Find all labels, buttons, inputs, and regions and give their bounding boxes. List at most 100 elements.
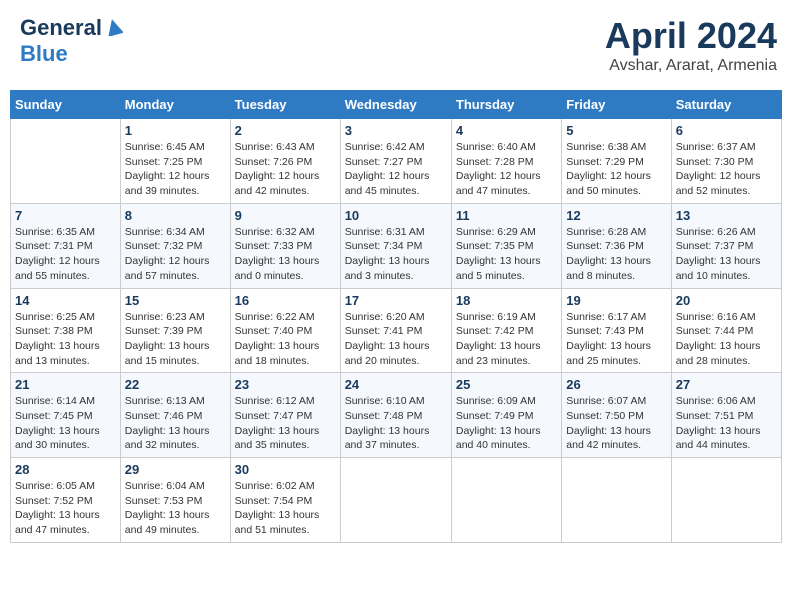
- day-info: Sunrise: 6:45 AMSunset: 7:25 PMDaylight:…: [125, 140, 226, 199]
- table-row: 12 Sunrise: 6:28 AMSunset: 7:36 PMDaylig…: [562, 203, 671, 288]
- table-row: 1 Sunrise: 6:45 AMSunset: 7:25 PMDayligh…: [120, 119, 230, 204]
- col-saturday: Saturday: [671, 91, 781, 119]
- day-number: 6: [676, 123, 777, 138]
- table-row: 2 Sunrise: 6:43 AMSunset: 7:26 PMDayligh…: [230, 119, 340, 204]
- day-info: Sunrise: 6:07 AMSunset: 7:50 PMDaylight:…: [566, 394, 666, 453]
- table-row: 7 Sunrise: 6:35 AMSunset: 7:31 PMDayligh…: [11, 203, 121, 288]
- calendar-header-row: Sunday Monday Tuesday Wednesday Thursday…: [11, 91, 782, 119]
- calendar-week-row: 7 Sunrise: 6:35 AMSunset: 7:31 PMDayligh…: [11, 203, 782, 288]
- day-number: 4: [456, 123, 557, 138]
- table-row: 22 Sunrise: 6:13 AMSunset: 7:46 PMDaylig…: [120, 373, 230, 458]
- table-row: [671, 458, 781, 543]
- day-info: Sunrise: 6:28 AMSunset: 7:36 PMDaylight:…: [566, 225, 666, 284]
- day-number: 25: [456, 377, 557, 392]
- day-number: 18: [456, 293, 557, 308]
- table-row: 9 Sunrise: 6:32 AMSunset: 7:33 PMDayligh…: [230, 203, 340, 288]
- day-number: 20: [676, 293, 777, 308]
- table-row: 17 Sunrise: 6:20 AMSunset: 7:41 PMDaylig…: [340, 288, 451, 373]
- calendar-week-row: 14 Sunrise: 6:25 AMSunset: 7:38 PMDaylig…: [11, 288, 782, 373]
- calendar-week-row: 28 Sunrise: 6:05 AMSunset: 7:52 PMDaylig…: [11, 458, 782, 543]
- day-info: Sunrise: 6:37 AMSunset: 7:30 PMDaylight:…: [676, 140, 777, 199]
- day-info: Sunrise: 6:35 AMSunset: 7:31 PMDaylight:…: [15, 225, 116, 284]
- logo-triangle-icon: [105, 18, 123, 41]
- table-row: 14 Sunrise: 6:25 AMSunset: 7:38 PMDaylig…: [11, 288, 121, 373]
- day-info: Sunrise: 6:40 AMSunset: 7:28 PMDaylight:…: [456, 140, 557, 199]
- title-area: April 2024 Avshar, Ararat, Armenia: [605, 15, 777, 75]
- table-row: 15 Sunrise: 6:23 AMSunset: 7:39 PMDaylig…: [120, 288, 230, 373]
- day-info: Sunrise: 6:22 AMSunset: 7:40 PMDaylight:…: [235, 310, 336, 369]
- table-row: 6 Sunrise: 6:37 AMSunset: 7:30 PMDayligh…: [671, 119, 781, 204]
- header: General Blue April 2024 Avshar, Ararat, …: [10, 10, 782, 80]
- day-number: 13: [676, 208, 777, 223]
- logo: General Blue: [20, 15, 123, 67]
- day-number: 3: [345, 123, 447, 138]
- calendar-week-row: 21 Sunrise: 6:14 AMSunset: 7:45 PMDaylig…: [11, 373, 782, 458]
- day-info: Sunrise: 6:06 AMSunset: 7:51 PMDaylight:…: [676, 394, 777, 453]
- table-row: 25 Sunrise: 6:09 AMSunset: 7:49 PMDaylig…: [451, 373, 561, 458]
- day-number: 29: [125, 462, 226, 477]
- day-info: Sunrise: 6:14 AMSunset: 7:45 PMDaylight:…: [15, 394, 116, 453]
- day-info: Sunrise: 6:05 AMSunset: 7:52 PMDaylight:…: [15, 479, 116, 538]
- day-info: Sunrise: 6:43 AMSunset: 7:26 PMDaylight:…: [235, 140, 336, 199]
- col-sunday: Sunday: [11, 91, 121, 119]
- day-info: Sunrise: 6:20 AMSunset: 7:41 PMDaylight:…: [345, 310, 447, 369]
- logo-general: General: [20, 15, 102, 41]
- col-wednesday: Wednesday: [340, 91, 451, 119]
- table-row: 18 Sunrise: 6:19 AMSunset: 7:42 PMDaylig…: [451, 288, 561, 373]
- day-info: Sunrise: 6:32 AMSunset: 7:33 PMDaylight:…: [235, 225, 336, 284]
- table-row: 29 Sunrise: 6:04 AMSunset: 7:53 PMDaylig…: [120, 458, 230, 543]
- logo-blue: Blue: [20, 41, 68, 66]
- day-info: Sunrise: 6:23 AMSunset: 7:39 PMDaylight:…: [125, 310, 226, 369]
- day-number: 2: [235, 123, 336, 138]
- day-number: 21: [15, 377, 116, 392]
- table-row: 19 Sunrise: 6:17 AMSunset: 7:43 PMDaylig…: [562, 288, 671, 373]
- day-number: 12: [566, 208, 666, 223]
- day-info: Sunrise: 6:29 AMSunset: 7:35 PMDaylight:…: [456, 225, 557, 284]
- calendar-table: Sunday Monday Tuesday Wednesday Thursday…: [10, 90, 782, 543]
- day-info: Sunrise: 6:25 AMSunset: 7:38 PMDaylight:…: [15, 310, 116, 369]
- table-row: 16 Sunrise: 6:22 AMSunset: 7:40 PMDaylig…: [230, 288, 340, 373]
- day-number: 10: [345, 208, 447, 223]
- day-info: Sunrise: 6:13 AMSunset: 7:46 PMDaylight:…: [125, 394, 226, 453]
- day-number: 28: [15, 462, 116, 477]
- day-number: 5: [566, 123, 666, 138]
- table-row: 10 Sunrise: 6:31 AMSunset: 7:34 PMDaylig…: [340, 203, 451, 288]
- day-number: 19: [566, 293, 666, 308]
- table-row: 13 Sunrise: 6:26 AMSunset: 7:37 PMDaylig…: [671, 203, 781, 288]
- day-info: Sunrise: 6:38 AMSunset: 7:29 PMDaylight:…: [566, 140, 666, 199]
- table-row: [562, 458, 671, 543]
- table-row: 4 Sunrise: 6:40 AMSunset: 7:28 PMDayligh…: [451, 119, 561, 204]
- day-number: 26: [566, 377, 666, 392]
- day-info: Sunrise: 6:26 AMSunset: 7:37 PMDaylight:…: [676, 225, 777, 284]
- col-monday: Monday: [120, 91, 230, 119]
- col-tuesday: Tuesday: [230, 91, 340, 119]
- table-row: 26 Sunrise: 6:07 AMSunset: 7:50 PMDaylig…: [562, 373, 671, 458]
- day-number: 27: [676, 377, 777, 392]
- col-thursday: Thursday: [451, 91, 561, 119]
- day-info: Sunrise: 6:04 AMSunset: 7:53 PMDaylight:…: [125, 479, 226, 538]
- col-friday: Friday: [562, 91, 671, 119]
- day-number: 14: [15, 293, 116, 308]
- day-number: 24: [345, 377, 447, 392]
- day-info: Sunrise: 6:10 AMSunset: 7:48 PMDaylight:…: [345, 394, 447, 453]
- day-number: 22: [125, 377, 226, 392]
- day-info: Sunrise: 6:34 AMSunset: 7:32 PMDaylight:…: [125, 225, 226, 284]
- table-row: 23 Sunrise: 6:12 AMSunset: 7:47 PMDaylig…: [230, 373, 340, 458]
- table-row: [451, 458, 561, 543]
- day-number: 1: [125, 123, 226, 138]
- day-number: 9: [235, 208, 336, 223]
- day-number: 23: [235, 377, 336, 392]
- table-row: [11, 119, 121, 204]
- day-info: Sunrise: 6:09 AMSunset: 7:49 PMDaylight:…: [456, 394, 557, 453]
- table-row: 5 Sunrise: 6:38 AMSunset: 7:29 PMDayligh…: [562, 119, 671, 204]
- table-row: 3 Sunrise: 6:42 AMSunset: 7:27 PMDayligh…: [340, 119, 451, 204]
- day-info: Sunrise: 6:17 AMSunset: 7:43 PMDaylight:…: [566, 310, 666, 369]
- day-info: Sunrise: 6:16 AMSunset: 7:44 PMDaylight:…: [676, 310, 777, 369]
- day-number: 30: [235, 462, 336, 477]
- day-info: Sunrise: 6:42 AMSunset: 7:27 PMDaylight:…: [345, 140, 447, 199]
- calendar-location: Avshar, Ararat, Armenia: [605, 57, 777, 75]
- calendar-week-row: 1 Sunrise: 6:45 AMSunset: 7:25 PMDayligh…: [11, 119, 782, 204]
- table-row: 28 Sunrise: 6:05 AMSunset: 7:52 PMDaylig…: [11, 458, 121, 543]
- table-row: 30 Sunrise: 6:02 AMSunset: 7:54 PMDaylig…: [230, 458, 340, 543]
- day-number: 15: [125, 293, 226, 308]
